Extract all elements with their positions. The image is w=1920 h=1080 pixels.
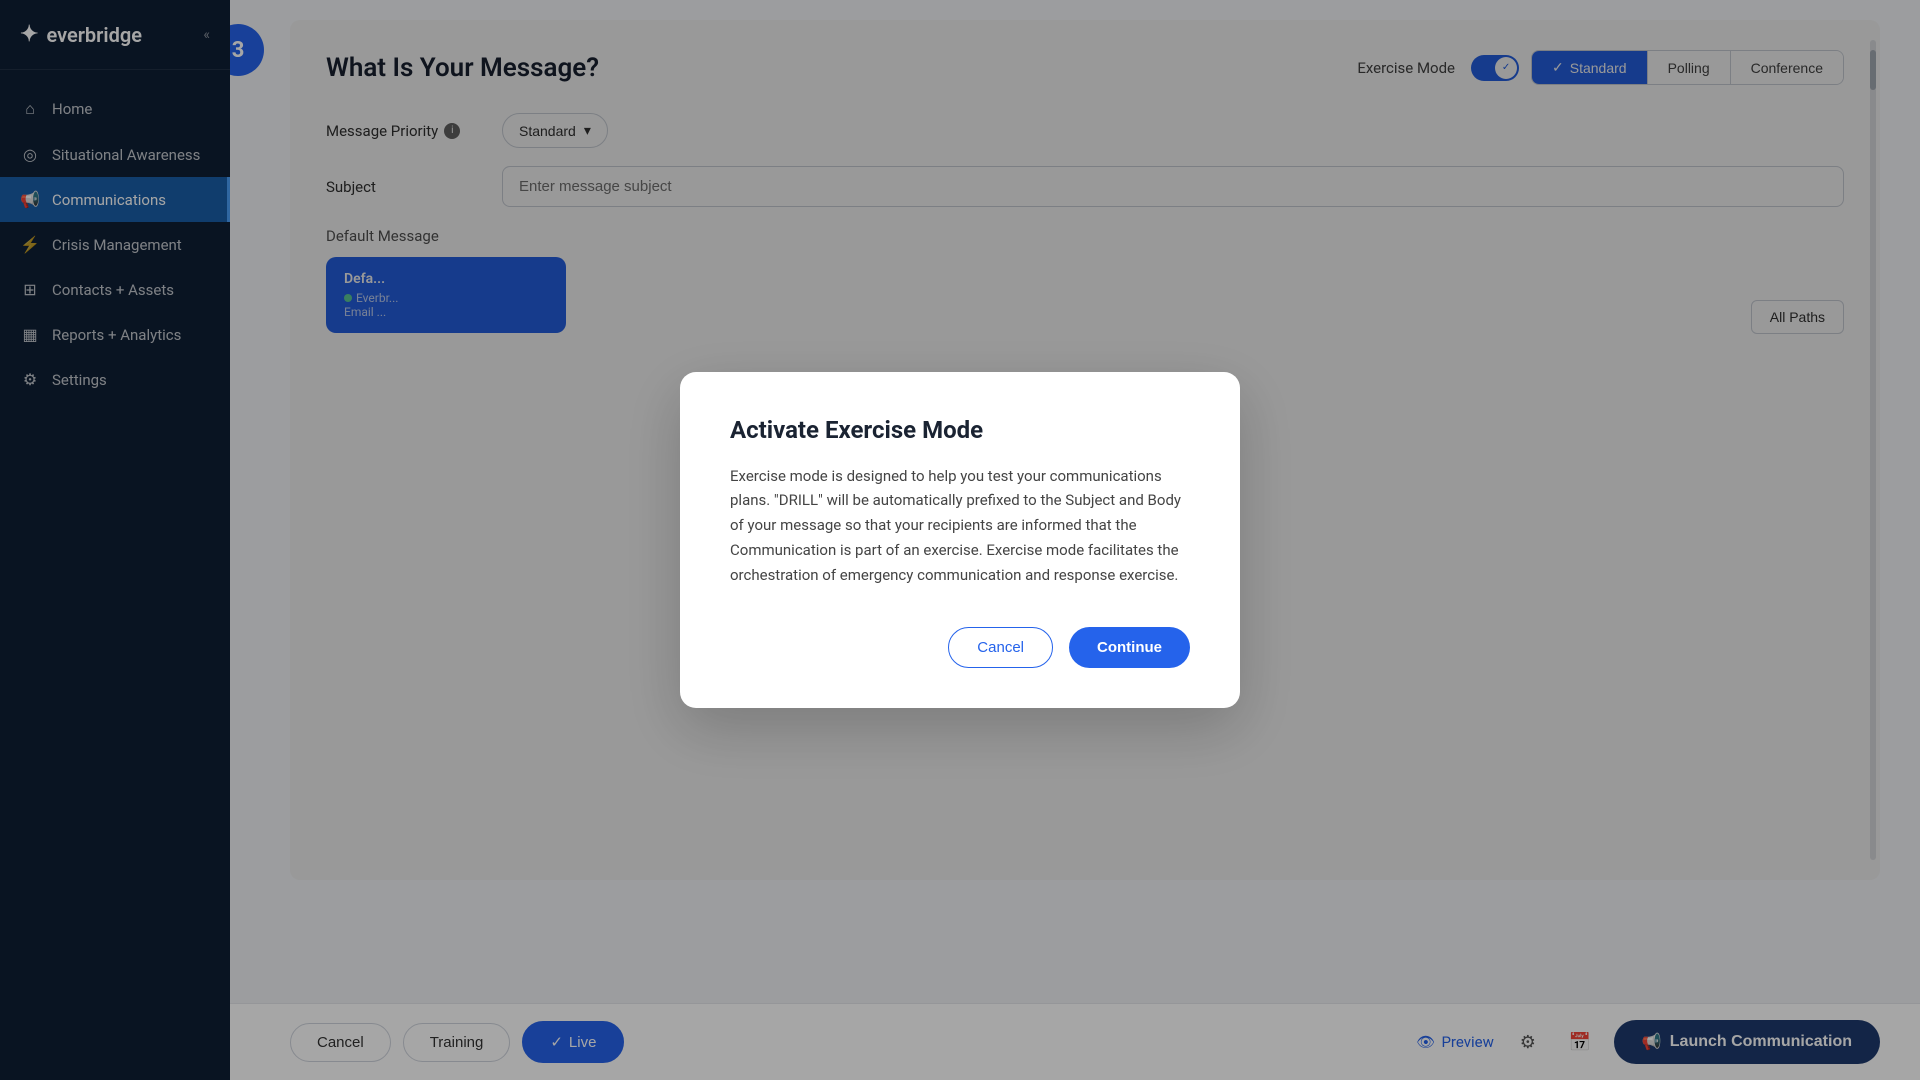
modal-overlay: Activate Exercise Mode Exercise mode is … [0,0,1920,1080]
modal-actions: Cancel Continue [730,627,1190,668]
modal-cancel-button[interactable]: Cancel [948,627,1053,668]
modal-title: Activate Exercise Mode [730,416,1190,444]
modal-body: Exercise mode is designed to help you te… [730,464,1190,588]
activate-exercise-modal: Activate Exercise Mode Exercise mode is … [680,372,1240,709]
modal-continue-button[interactable]: Continue [1069,627,1190,668]
